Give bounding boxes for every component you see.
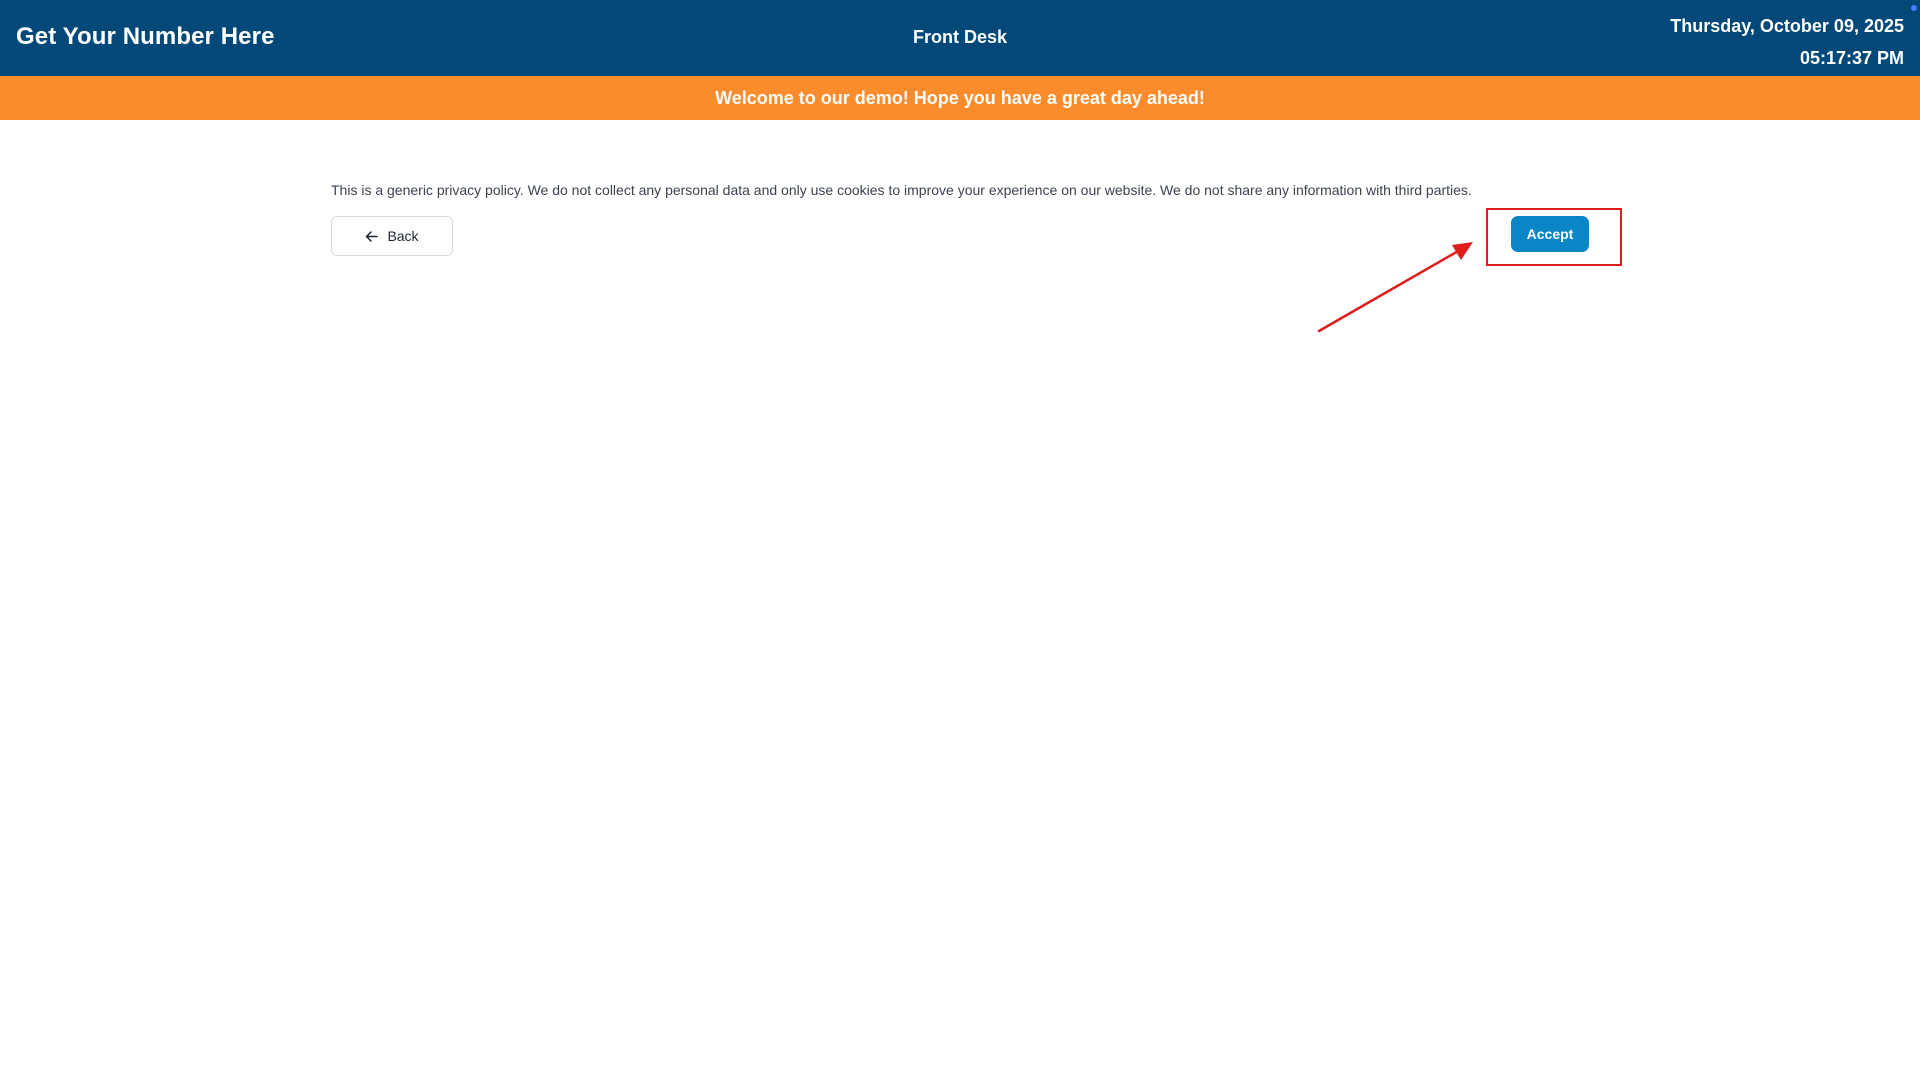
status-dot-icon [1911,5,1917,11]
annotation-arrow-icon [1317,242,1473,333]
welcome-banner: Welcome to our demo! Hope you have a gre… [0,76,1920,120]
location-label: Front Desk [912,27,1008,47]
back-button[interactable]: Back [331,216,453,256]
arrow-left-icon [365,230,379,243]
back-button-label: Back [387,228,419,244]
datetime-display: Thursday, October 09, 2025 05:17:37 PM [1670,10,1904,74]
top-header: Get Your Number Here Front Desk Thursday… [0,0,1920,76]
current-time: 05:17:37 PM [1799,48,1904,68]
current-date: Thursday, October 09, 2025 [1670,16,1904,36]
privacy-policy-text: This is a generic privacy policy. We do … [331,182,1472,198]
accept-button[interactable]: Accept [1511,216,1589,252]
